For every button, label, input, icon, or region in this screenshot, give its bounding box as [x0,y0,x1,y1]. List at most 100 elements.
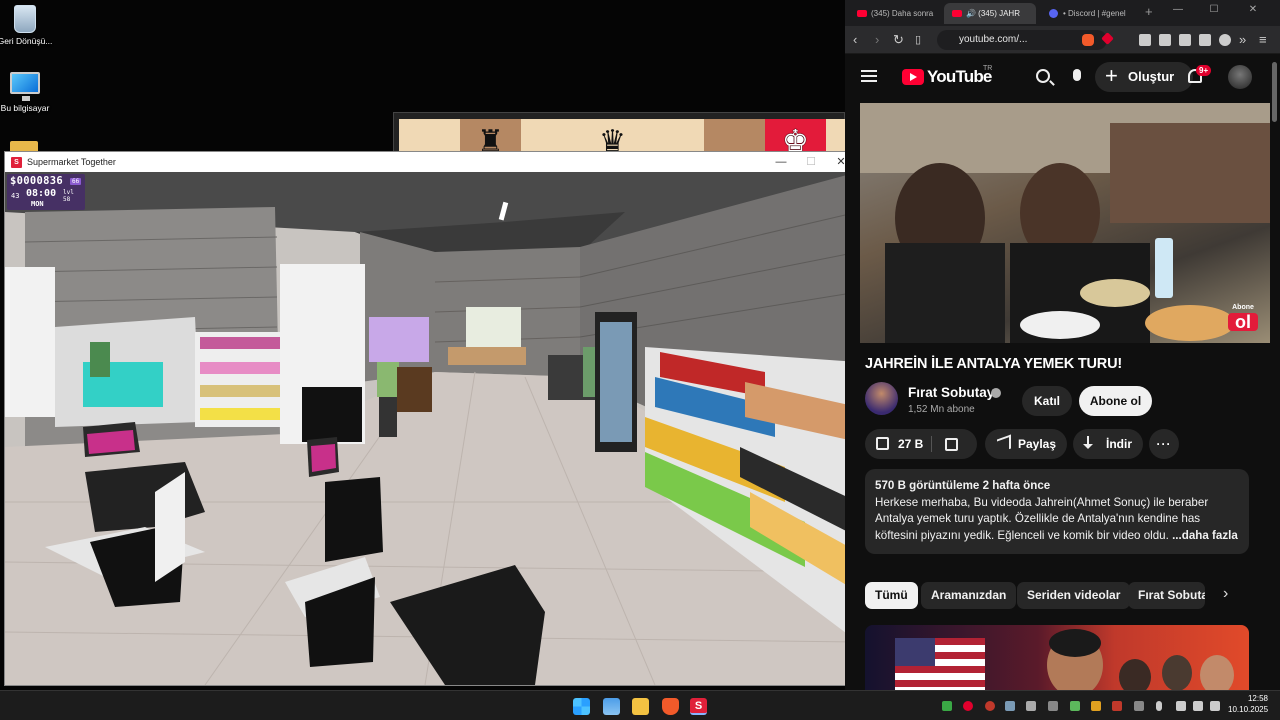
day-display: MON [31,200,44,208]
chess-square[interactable]: ♛ [582,119,643,157]
tray-arrow-icon[interactable] [1026,701,1036,711]
recycle-bin-label: Geri Dönüşü... [0,36,53,46]
download-button[interactable]: İndir [1073,429,1143,459]
chess-square-check[interactable]: ♚ [765,119,826,157]
chess-window[interactable]: ♜ ♛ ♚ [393,112,846,157]
thumbs-up-icon[interactable] [876,437,889,450]
description-box[interactable]: 570 B görüntüleme 2 hafta önce Herkese m… [865,469,1249,554]
brave-shields-icon[interactable] [1082,34,1094,46]
taskbar: S [0,690,1280,720]
clock-time: 12:58 [1247,694,1268,703]
chess-square[interactable] [704,119,765,155]
user-avatar[interactable] [1228,65,1252,89]
share-button[interactable]: Paylaş [985,429,1067,459]
recycle-bin-shortcut[interactable]: Geri Dönüşü... [0,5,55,46]
microphone-icon[interactable] [1073,69,1081,81]
subscribe-button[interactable]: Abone ol [1079,386,1152,416]
forward-button[interactable]: › [875,32,879,48]
chess-square[interactable]: ♜ [460,119,521,157]
widgets-icon[interactable] [603,698,620,715]
back-button[interactable]: ‹ [853,32,857,48]
bookmark-icon[interactable]: ▯ [915,32,921,48]
wallet-icon[interactable] [1179,34,1191,46]
tray-microphone-icon[interactable] [1156,701,1162,711]
thumbs-down-icon[interactable] [945,438,958,451]
sidebar-icon[interactable] [1159,34,1171,46]
browser-window[interactable]: (345) Daha sonra 🔊 (345) JAHR • Discord … [845,0,1280,690]
leo-icon[interactable] [1199,34,1211,46]
windows-start-icon[interactable] [573,698,590,715]
tray-network-share-icon[interactable] [1048,701,1058,711]
tray-app4-icon[interactable] [1134,701,1144,711]
tab-discord[interactable]: • Discord | #genel [1041,3,1139,24]
tray-battery-icon[interactable] [1210,701,1220,711]
join-button[interactable]: Katıl [1022,386,1072,416]
recommended-video-thumbnail[interactable] [865,625,1249,690]
tray-app2-icon[interactable] [1091,701,1101,711]
youtube-region: TR [983,65,993,72]
minimize-button[interactable]: — [766,152,796,172]
tray-app-icon[interactable] [985,701,995,711]
subscribe-watermark[interactable]: Abone ol [1228,303,1258,331]
more-actions-button[interactable]: ··· [1149,429,1179,459]
supermarket-game-taskbar-icon[interactable]: S [690,698,707,715]
overflow-icon[interactable]: » [1239,32,1246,48]
tab-watch-later[interactable]: (345) Daha sonra [849,3,939,24]
youtube-logo-text[interactable]: YouTube [927,67,992,87]
divider [931,436,932,452]
tab-bar: (345) Daha sonra 🔊 (345) JAHR • Discord … [845,0,1280,26]
video-player[interactable]: Abone ol [860,103,1270,343]
browser-minimize-button[interactable]: — [1165,4,1191,15]
music-icon[interactable] [1139,34,1151,46]
chip-from-search[interactable]: Aramanızdan [921,582,1017,609]
this-pc-shortcut[interactable]: Bu bilgisayar [0,72,55,113]
file-explorer-icon[interactable] [632,698,649,715]
maximize-button[interactable]: ☐ [796,152,826,172]
search-icon[interactable] [1036,69,1050,83]
browser-close-button[interactable]: ✕ [1240,4,1266,15]
game-titlebar[interactable]: S Supermarket Together — ☐ ✕ [5,152,858,172]
chip-channel[interactable]: Fırat Sobutay [1128,582,1205,609]
verified-check-icon [991,388,1001,398]
hud-right-info: lvl 58 [63,189,74,203]
game-viewport[interactable]: $0000836 66 43 08:00 MON lvl 58 [5,172,858,685]
download-icon [1083,436,1093,449]
channel-name[interactable]: Fırat Sobutay [908,385,994,400]
download-label: İndir [1106,437,1132,451]
hamburger-menu-icon[interactable] [861,70,877,82]
game-window-title: Supermarket Together [27,157,116,167]
like-dislike-group: 27 B [865,429,977,459]
brave-browser-icon[interactable] [662,698,679,715]
chess-square[interactable] [643,119,704,155]
tray-record-icon[interactable] [963,701,973,711]
game-window[interactable]: S Supermarket Together — ☐ ✕ $0000836 66… [4,151,859,686]
chess-square[interactable] [521,119,582,155]
tray-volume-icon[interactable] [1193,701,1203,711]
system-clock[interactable]: 12:58 10.10.2025 [1228,693,1268,715]
show-more-link[interactable]: ...daha fazla [1172,529,1238,542]
description-text: Herkese merhaba, Bu videoda Jahrein(Ahme… [875,495,1209,542]
like-count[interactable]: 27 B [898,429,923,459]
tab-youtube-active[interactable]: 🔊 (345) JAHR [944,3,1036,24]
chip-all[interactable]: Tümü [865,582,918,609]
supermarket-app-icon: S [11,156,22,168]
new-tab-button[interactable]: + [1145,4,1153,19]
tray-shield-icon[interactable] [1070,701,1080,711]
tab-label: • Discord | #genel [1063,9,1126,18]
vpn-icon[interactable] [1219,34,1231,46]
tray-app3-icon[interactable] [1112,701,1122,711]
chess-square[interactable] [399,119,460,155]
chip-series[interactable]: Seriden videolar [1017,582,1131,609]
browser-maximize-button[interactable]: ☐ [1201,4,1227,15]
channel-avatar[interactable] [865,382,898,415]
create-button[interactable]: Oluştur [1095,61,1193,92]
reload-button[interactable]: ↻ [893,32,904,48]
tray-nvidia-icon[interactable] [942,701,952,711]
youtube-logo-icon[interactable] [902,69,924,85]
chevron-right-icon[interactable]: › [1223,585,1228,603]
tray-steam-icon[interactable] [1005,701,1015,711]
scrollbar[interactable] [1272,62,1277,122]
chess-square[interactable] [826,119,846,155]
browser-menu-button[interactable]: ≡ [1259,32,1267,48]
tray-display-icon[interactable] [1176,701,1186,711]
